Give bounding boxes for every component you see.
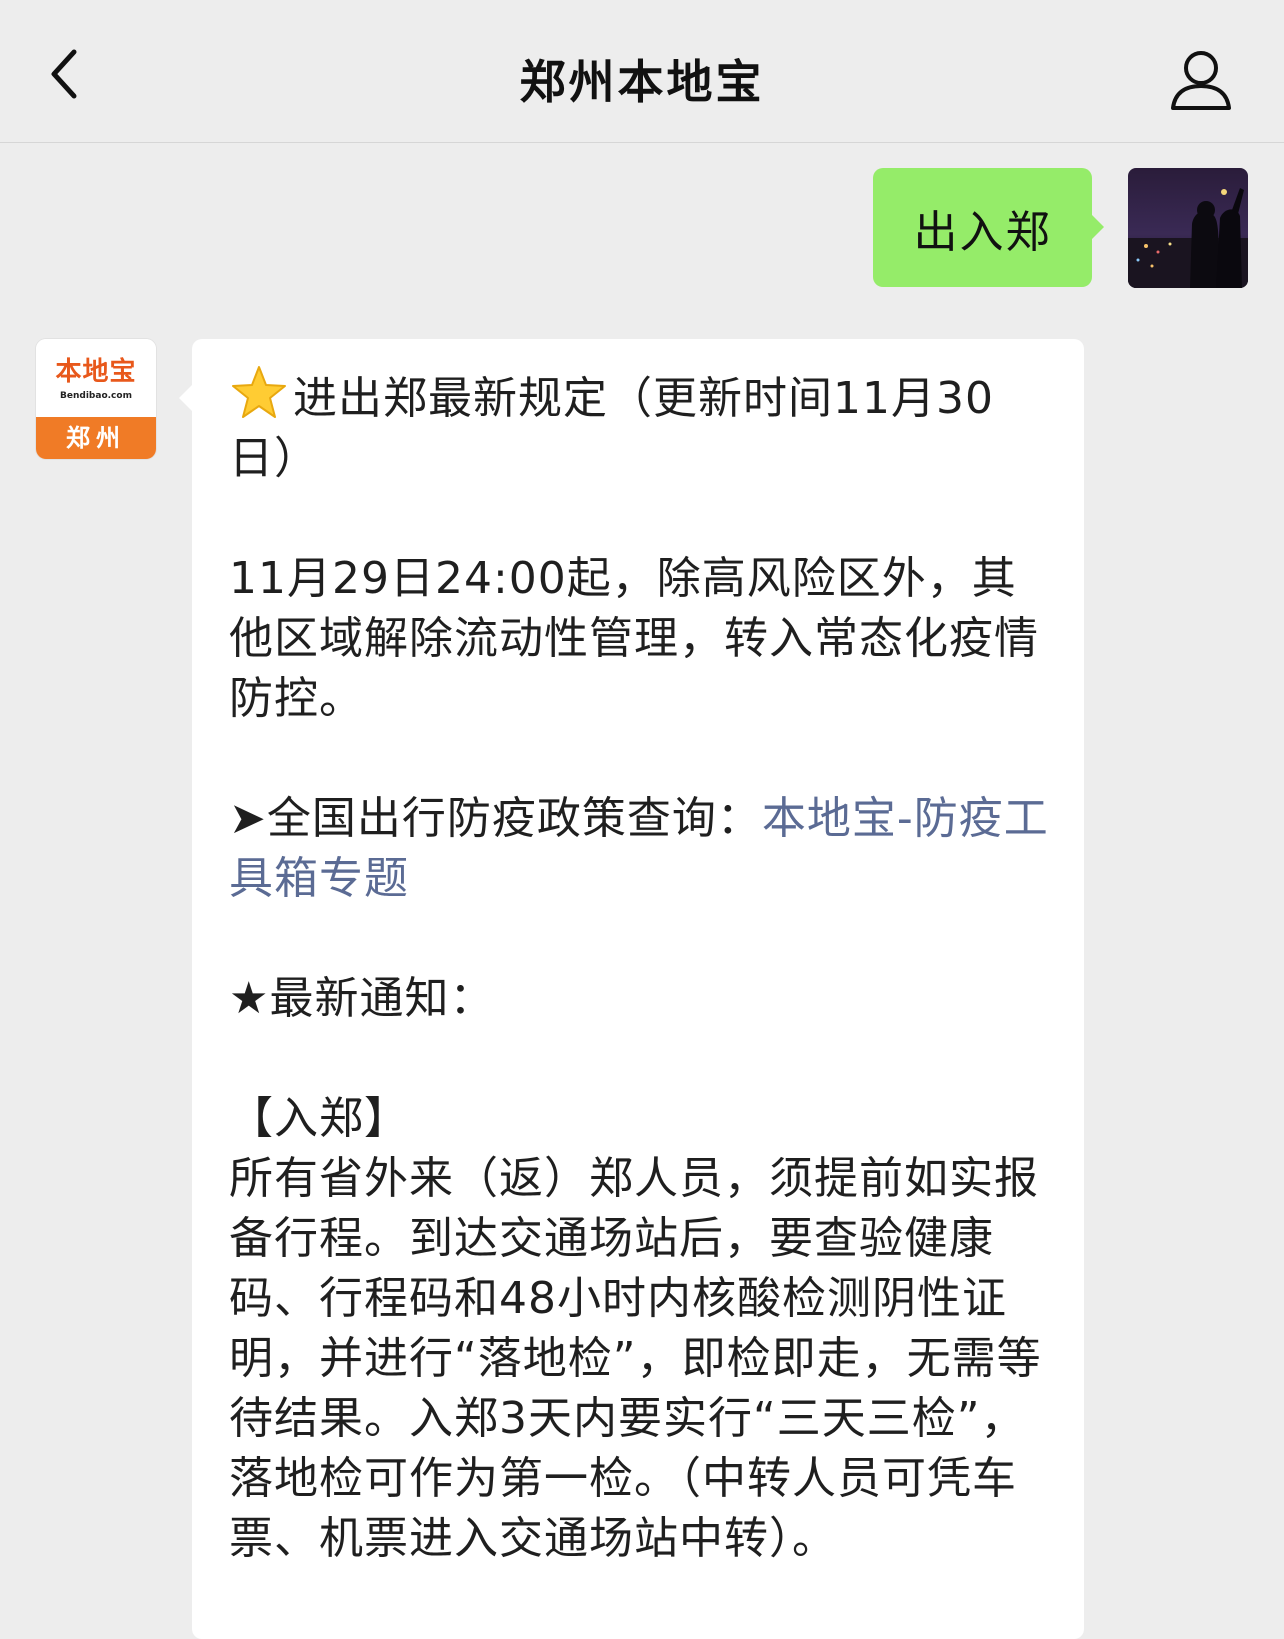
- star-emoji-icon: [232, 366, 286, 418]
- avatar-photo: [1128, 168, 1248, 288]
- policy-query-label: ➤全国出行防疫政策查询：: [229, 793, 762, 844]
- profile-button[interactable]: [1166, 44, 1236, 114]
- bendibao-logo-text: 本地宝: [55, 357, 137, 387]
- entry-section-body: 所有省外来（返）郑人员，须提前如实报备行程。到达交通场站后，要查验健康码、行程码…: [229, 1153, 1042, 1564]
- message-title: 进出郑最新规定（更新时间11月30日）: [229, 363, 1054, 489]
- bot-message-bubble[interactable]: 进出郑最新规定（更新时间11月30日） 11月29日24:00起，除高风险区外，…: [179, 339, 1084, 1639]
- user-message-bubble[interactable]: 出入郑: [873, 168, 1104, 287]
- user-avatar[interactable]: [1128, 168, 1248, 288]
- message-paragraph-2: ➤全国出行防疫政策查询：本地宝-防疫工具箱专题: [229, 789, 1054, 909]
- message-title-text: 进出郑最新规定（更新时间11月30日）: [229, 373, 994, 484]
- bot-avatar[interactable]: 本地宝 Bendibao.com 郑州: [36, 339, 156, 459]
- bendibao-logo-url: Bendibao.com: [60, 391, 132, 401]
- chat-title: 郑州本地宝: [519, 55, 765, 109]
- chat-header: 郑州本地宝: [0, 0, 1284, 143]
- user-icon: [1171, 51, 1231, 110]
- latest-notice-heading: ★最新通知：: [229, 973, 495, 1024]
- message-paragraph-1: 11月29日24:00起，除高风险区外，其他区域解除流动性管理，转入常态化疫情防…: [229, 553, 1039, 724]
- bendibao-logo-city: 郑州: [36, 417, 156, 459]
- user-message-text: 出入郑: [913, 206, 1052, 258]
- entry-section-heading: 【入郑】: [229, 1093, 409, 1144]
